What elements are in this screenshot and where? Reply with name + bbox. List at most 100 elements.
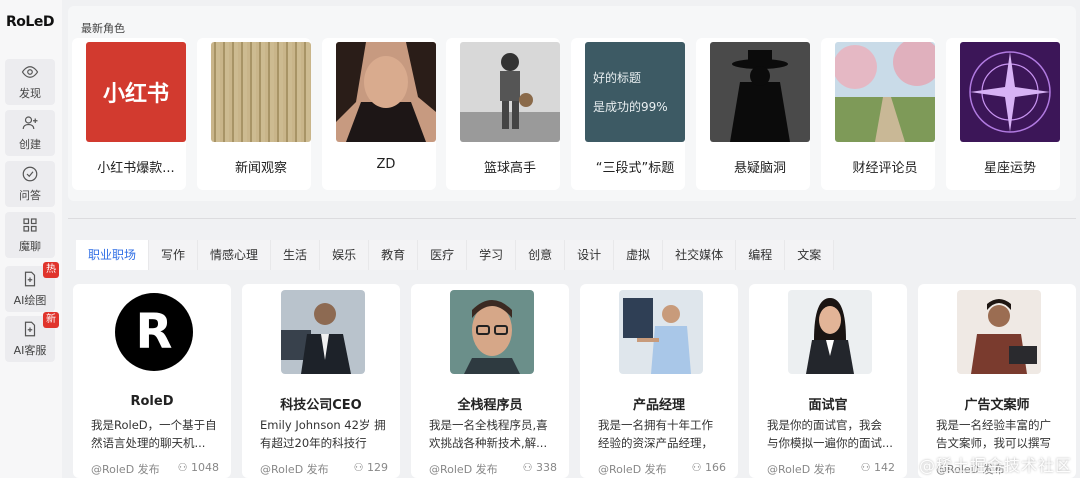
section-title: 最新角色 [81,22,125,35]
avatar [619,290,703,374]
new-badge: 新 [43,312,59,328]
agent-name: 广告文案师 [964,398,1030,413]
usage-count: ⚇ 142 [860,461,895,474]
sidebar-item-label: 创建 [19,138,41,151]
agent-description: 我是一名经验丰富的广告文案师，我可以撰写广... [936,418,1051,450]
agent-card[interactable]: R RoleD 我是RoleD，一个基于自然语言处理的聊天机... @RoleD… [73,284,231,478]
role-card[interactable]: 星座运势 [946,38,1060,190]
role-card[interactable]: ZD [322,38,436,190]
avatar [450,290,534,374]
usage-count-value: 142 [874,461,895,474]
tab-writing[interactable]: 写作 [149,240,199,270]
tab-programming[interactable]: 编程 [736,240,786,270]
role-card[interactable]: 好的标题 是成功的99% “三段式”标题 [571,38,685,190]
agent-description: Emily Johnson 42岁 拥有超过20年的科技行业... [260,418,386,450]
logo[interactable]: RoLeD [6,14,54,30]
tab-entertainment[interactable]: 娱乐 [320,240,370,270]
sidebar-item-ai-drawing[interactable]: AI绘图 热 [5,262,59,312]
tab-creative[interactable]: 创意 [516,240,566,270]
usage-count-value: 166 [705,461,726,474]
role-image [835,42,935,142]
latest-roles-panel: 最新角色 小红书 小红书爆款... 新闻观察 ZD 篮球高手 好的标题 是成功的… [68,6,1076,201]
role-card[interactable]: 篮球高手 [446,38,560,190]
sidebar-item-mochat[interactable]: 魔聊 [5,212,55,258]
agent-card[interactable]: 产品经理 我是一名拥有十年工作经验的资深产品经理，拥... @RoleD 发布 … [580,284,738,478]
agent-description: 我是RoleD，一个基于自然语言处理的聊天机... [91,418,217,450]
agent-meta: @RoleD 发布 ⚇ 1048 [91,461,219,477]
agent-name: 产品经理 [632,398,685,413]
agent-card[interactable]: 广告文案师 我是一名经验丰富的广告文案师，我可以撰写广... @RoleD 发布 [918,284,1076,478]
usage-count: ⚇ 129 [353,461,388,474]
agent-meta: @RoleD 发布 ⚇ 166 [598,461,726,477]
tab-emotion[interactable]: 情感心理 [198,240,272,270]
tab-education[interactable]: 教育 [369,240,419,270]
role-name: “三段式”标题 [595,161,675,176]
divider [68,218,1076,219]
agent-author: @RoleD 发布 [767,463,836,476]
tab-virtual[interactable]: 虚拟 [614,240,664,270]
avatar: R [112,290,196,374]
usage-count: ⚇ 338 [522,461,557,474]
tab-life[interactable]: 生活 [271,240,321,270]
agent-name: 面试官 [808,398,848,413]
role-image: 小红书 [86,42,186,142]
agent-description: 我是一名全栈程序员,喜欢挑战各种新技术,解... [429,418,548,450]
check-circle-icon [22,166,38,182]
role-name: 篮球高手 [483,161,536,176]
sidebar-item-ai-service[interactable]: AI客服 新 [5,312,59,362]
role-card[interactable]: 小红书 小红书爆款... [72,38,186,190]
agent-author: @RoleD 发布 [598,463,667,476]
agent-name: 科技公司CEO [280,398,362,413]
tab-study[interactable]: 学习 [467,240,517,270]
hot-badge: 热 [43,262,59,278]
agent-card[interactable]: 科技公司CEO Emily Johnson 42岁 拥有超过20年的科技行业..… [242,284,400,478]
usage-count: ⚇ 1048 [177,461,219,474]
eye-icon [21,66,39,78]
role-image-text: 是成功的99% [593,100,668,114]
role-name: 星座运势 [983,161,1036,176]
sidebar-item-label: 发现 [19,87,41,100]
sidebar-item-create[interactable]: 创建 [5,110,55,156]
avatar [957,290,1041,374]
avatar [788,290,872,374]
agent-name: RoleD [130,394,174,409]
avatar [281,290,365,374]
sidebar-item-label: AI客服 [13,344,47,357]
document-icon [24,321,36,337]
role-image-text: 小红书 [102,82,169,107]
document-icon [24,271,36,287]
tab-copywriting[interactable]: 文案 [785,240,835,270]
role-name: ZD [376,157,396,172]
usage-count-value: 129 [367,461,388,474]
role-image: 好的标题 是成功的99% [585,42,685,142]
agent-card[interactable]: 面试官 我是你的面试官，我会与你模拟一遍你的面试... @RoleD 发布 ⚇ … [749,284,907,478]
user-plus-icon [22,116,38,130]
role-image-text: 好的标题 [593,71,642,85]
agent-author: @RoleD 发布 [91,463,160,476]
sidebar-item-discover[interactable]: 发现 [5,59,55,105]
avatar-text: R [135,304,173,360]
role-image [211,42,311,142]
tab-design[interactable]: 设计 [565,240,615,270]
role-image [336,42,436,142]
role-image [710,42,810,142]
agent-meta: @RoleD 发布 ⚇ 142 [767,461,895,477]
role-card[interactable]: 新闻观察 [197,38,311,190]
agent-author: @RoleD 发布 [260,463,329,476]
usage-count: ⚇ 166 [691,461,726,474]
category-tabs: 职业职场 写作 情感心理 生活 娱乐 教育 医疗 学习 创意 设计 虚拟 社交媒… [76,240,835,270]
role-name: 新闻观察 [234,161,287,176]
role-card[interactable]: 财经评论员 [821,38,935,190]
role-card[interactable]: 悬疑脑洞 [696,38,810,190]
usage-count-value: 1048 [191,461,219,474]
tab-social-media[interactable]: 社交媒体 [663,240,737,270]
tab-career[interactable]: 职业职场 [76,240,150,270]
sidebar-item-qa[interactable]: 问答 [5,161,55,207]
grid-icon [23,218,37,232]
tab-medical[interactable]: 医疗 [418,240,468,270]
role-image [460,42,560,142]
role-name: 悬疑脑洞 [733,161,786,176]
agent-card[interactable]: 全栈程序员 我是一名全栈程序员,喜欢挑战各种新技术,解... @RoleD 发布… [411,284,569,478]
sidebar-item-label: AI绘图 [13,294,47,307]
agent-name: 全栈程序员 [457,398,523,413]
